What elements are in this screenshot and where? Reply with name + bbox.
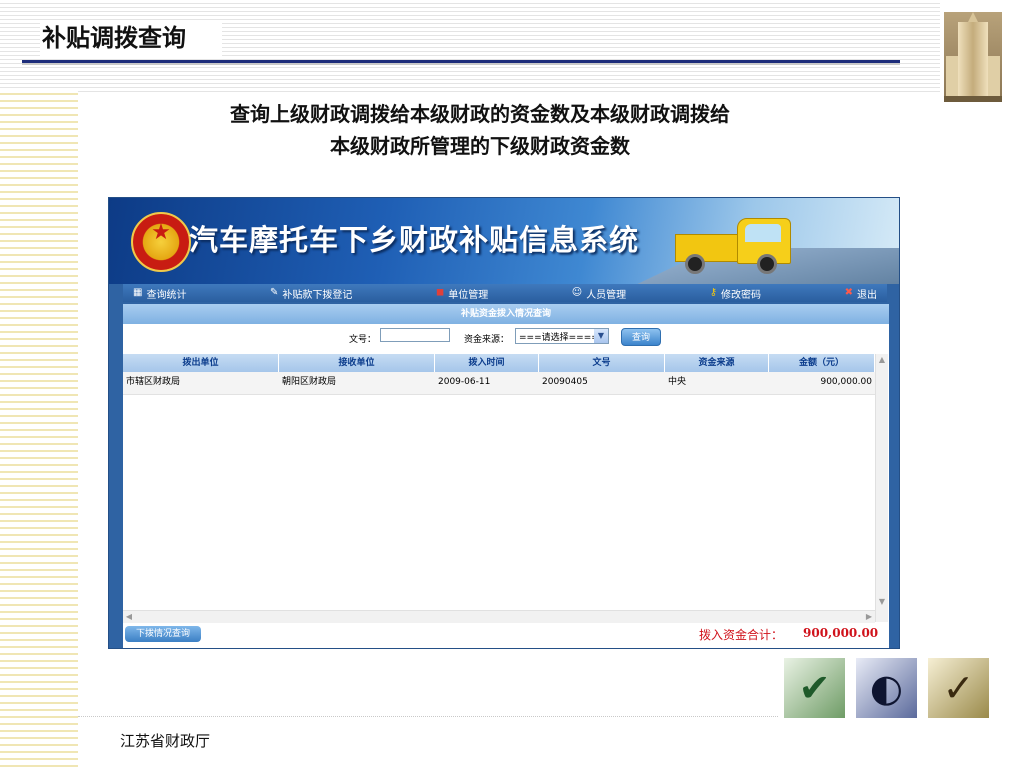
cell-doc-no: 20090405 (542, 377, 588, 387)
app-window: ★ 汽车摩托车下乡财政补贴信息系统 ▦ 查询统计 ✎ 补贴款下拨登记 ◼ 单位管… (108, 197, 900, 649)
checkmark-icon: ✓ (928, 658, 989, 718)
nav-label: 查询统计 (146, 289, 187, 301)
truck-window (745, 224, 781, 242)
slide-title: 补贴调拨查询 (40, 20, 222, 56)
total-value: 900,000.00 (803, 626, 879, 640)
nav-item-allocation-register[interactable]: ✎ 补贴款下拨登记 (270, 286, 352, 301)
national-emblem-icon: ★ (131, 212, 191, 272)
truck-icon (675, 212, 795, 282)
fund-source-label: 资金来源： (464, 335, 510, 345)
total-label: 拨入资金合计： (699, 628, 784, 642)
truck-wheel (685, 254, 705, 274)
fund-source-select[interactable]: ===请选择==== ▼ (515, 328, 609, 344)
column-header[interactable]: 金额（元） (769, 354, 875, 372)
scroll-up-icon[interactable]: ▲ (876, 354, 888, 366)
cell-amount: 900,000.00 (820, 377, 872, 387)
column-header[interactable]: 拨出单位 (123, 354, 279, 372)
column-header[interactable]: 资金来源 (665, 354, 769, 372)
table-row[interactable]: 市辖区财政局 朝阳区财政局 2009-06-11 20090405 中央 900… (123, 372, 875, 395)
chart-icon: ▦ (133, 287, 143, 298)
building-base (944, 96, 1002, 102)
column-header[interactable]: 文号 (539, 354, 665, 372)
app-title: 汽车摩托车下乡财政补贴信息系统 (189, 223, 640, 257)
nav-label: 单位管理 (448, 289, 489, 301)
checkmark-glyph: ✓ (942, 666, 975, 710)
nav-item-stats[interactable]: ▦ 查询统计 (133, 286, 186, 301)
cell-source-unit: 市辖区财政局 (126, 377, 181, 387)
close-icon: ✖ (844, 287, 853, 298)
nav-label: 退出 (856, 289, 877, 301)
search-row: 文号： 资金来源： ===请选择==== ▼ 查询 (123, 324, 889, 350)
chevron-down-icon[interactable]: ▼ (594, 329, 608, 343)
footer-divider (78, 716, 778, 717)
unit-icon: ◼ (435, 287, 445, 298)
description-line-1: 查询上级财政调拨给本级财政的资金数及本级财政调拨给 (230, 102, 730, 126)
building-wing-right (988, 56, 1000, 96)
user-icon: ☺ (571, 287, 583, 298)
scroll-right-icon[interactable]: ▶ (863, 611, 875, 623)
left-stripes (0, 88, 78, 768)
scroll-left-icon[interactable]: ◀ (123, 611, 135, 623)
column-header[interactable]: 接收单位 (279, 354, 435, 372)
building-wing-left (946, 56, 958, 96)
fund-source-selected: ===请选择==== (519, 333, 599, 343)
description-line-2: 本级财政所管理的下级财政资金数 (330, 134, 630, 158)
checkmark-icon: ✔ (784, 658, 845, 718)
checkmark-glyph: ✔ (798, 666, 831, 710)
cell-fund-source: 中央 (668, 377, 687, 387)
nav-item-unit-management[interactable]: ◼ 单位管理 (436, 286, 488, 301)
scroll-down-icon[interactable]: ▼ (876, 596, 888, 608)
title-rule-shadow (22, 63, 900, 65)
results-table: 拨出单位 接收单位 拨入时间 文号 资金来源 金额（元） 市辖区财政局 朝阳区财… (123, 354, 875, 610)
vertical-scrollbar[interactable]: ▲ ▼ (875, 354, 888, 622)
building-image (944, 12, 1002, 102)
ring-icon: ◐ (856, 658, 917, 718)
pencil-icon: ✎ (269, 287, 279, 298)
nav-bar: ▦ 查询统计 ✎ 补贴款下拨登记 ◼ 单位管理 ☺ 人员管理 ⚷ 修改密码 ✖ … (123, 284, 887, 302)
truck-wheel (757, 254, 777, 274)
ring-glyph: ◐ (869, 666, 904, 710)
nav-item-user-management[interactable]: ☺ 人员管理 (572, 286, 626, 301)
nav-label: 人员管理 (586, 289, 627, 301)
truck-bed (675, 234, 741, 262)
doc-no-label: 文号： (349, 335, 377, 345)
nav-item-logout[interactable]: ✖ 退出 (845, 286, 877, 301)
column-header[interactable]: 拨入时间 (435, 354, 539, 372)
cell-receiving-unit: 朝阳区财政局 (282, 377, 337, 387)
emblem-star-icon: ★ (151, 220, 171, 245)
query-button[interactable]: 查询 (621, 328, 661, 346)
footer-organization: 江苏省财政厅 (120, 732, 211, 750)
section-header: 补贴资金拨入情况查询 (123, 304, 889, 324)
nav-label: 修改密码 (721, 289, 762, 301)
slide-description: 查询上级财政调拨给本级财政的资金数及本级财政调拨给 本级财政所管理的下级财政资金… (100, 98, 860, 162)
allocation-query-button[interactable]: 下拨情况查询 (125, 626, 201, 642)
content-panel: 补贴资金拨入情况查询 文号： 资金来源： ===请选择==== ▼ 查询 拨出单… (123, 304, 889, 648)
doc-no-input[interactable] (380, 328, 450, 342)
horizontal-scrollbar[interactable]: ◀ ▶ (123, 610, 875, 623)
key-icon: ⚷ (709, 287, 718, 298)
building-tower (958, 22, 988, 96)
table-header: 拨出单位 接收单位 拨入时间 文号 资金来源 金额（元） (123, 354, 875, 372)
nav-label: 补贴款下拨登记 (282, 289, 353, 301)
nav-item-change-password[interactable]: ⚷ 修改密码 (710, 286, 761, 301)
app-banner: ★ 汽车摩托车下乡财政补贴信息系统 (109, 198, 899, 284)
cell-date: 2009-06-11 (438, 377, 491, 387)
